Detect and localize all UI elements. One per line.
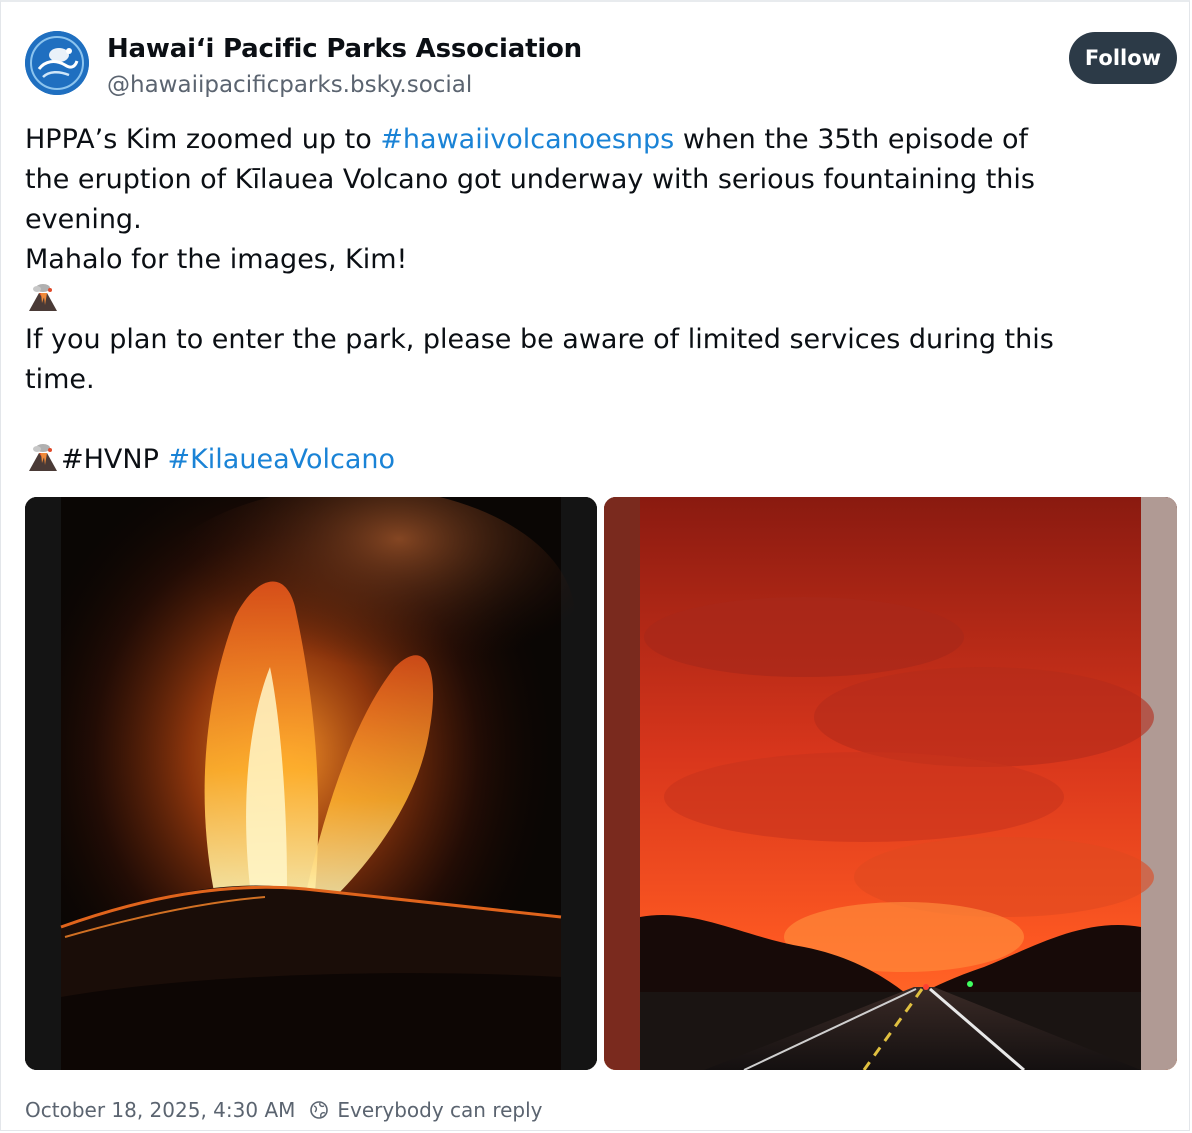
author-avatar[interactable] bbox=[25, 31, 89, 95]
post-body: HPPA’s Kim zoomed up to #hawaiivolcanoes… bbox=[25, 120, 1175, 480]
post-text-segment: HPPA’s Kim zoomed up to bbox=[25, 124, 381, 155]
hashtag-plain: #HVNP bbox=[61, 444, 159, 475]
post-line: the eruption of Kīlauea Volcano got unde… bbox=[25, 164, 1035, 195]
red-sky-road-photo-icon bbox=[604, 497, 1177, 1070]
post-line: If you plan to enter the park, please be… bbox=[25, 324, 1054, 355]
post-image-2[interactable] bbox=[604, 497, 1177, 1070]
hashtag-link[interactable]: #KilaueaVolcano bbox=[167, 444, 395, 475]
volcano-emoji-icon bbox=[29, 284, 57, 311]
volcano-eruption-photo-icon bbox=[25, 497, 597, 1070]
post-line: evening. bbox=[25, 204, 142, 235]
post-line bbox=[25, 280, 1175, 320]
post-line: time. bbox=[25, 364, 95, 395]
post-text-segment: when the 35th episode of bbox=[674, 124, 1029, 155]
post-line-blank bbox=[25, 400, 1175, 440]
follow-button[interactable]: Follow bbox=[1069, 32, 1177, 84]
post-image-1[interactable] bbox=[25, 497, 597, 1070]
post-line: #HVNP #KilaueaVolcano bbox=[25, 440, 1175, 480]
reply-setting-label: Everybody can reply bbox=[337, 1098, 543, 1122]
reply-setting[interactable]: Everybody can reply bbox=[309, 1098, 543, 1122]
post-footer: October 18, 2025, 4:30 AM Everybody can … bbox=[25, 1098, 543, 1122]
hashtag-link[interactable]: #hawaiivolcanoesnps bbox=[380, 124, 674, 155]
author-display-name[interactable]: Hawaiʻi Pacific Parks Association bbox=[107, 34, 582, 64]
post-line: Mahalo for the images, Kim! bbox=[25, 244, 408, 275]
author-handle[interactable]: @hawaiipacificparks.bsky.social bbox=[107, 72, 472, 98]
post-timestamp[interactable]: October 18, 2025, 4:30 AM bbox=[25, 1098, 295, 1122]
globe-icon bbox=[310, 1101, 329, 1119]
volcano-emoji-icon bbox=[29, 444, 57, 471]
post-card: Hawaiʻi Pacific Parks Association @hawai… bbox=[0, 0, 1190, 1131]
post-line: HPPA’s Kim zoomed up to #hawaiivolcanoes… bbox=[25, 120, 1175, 160]
